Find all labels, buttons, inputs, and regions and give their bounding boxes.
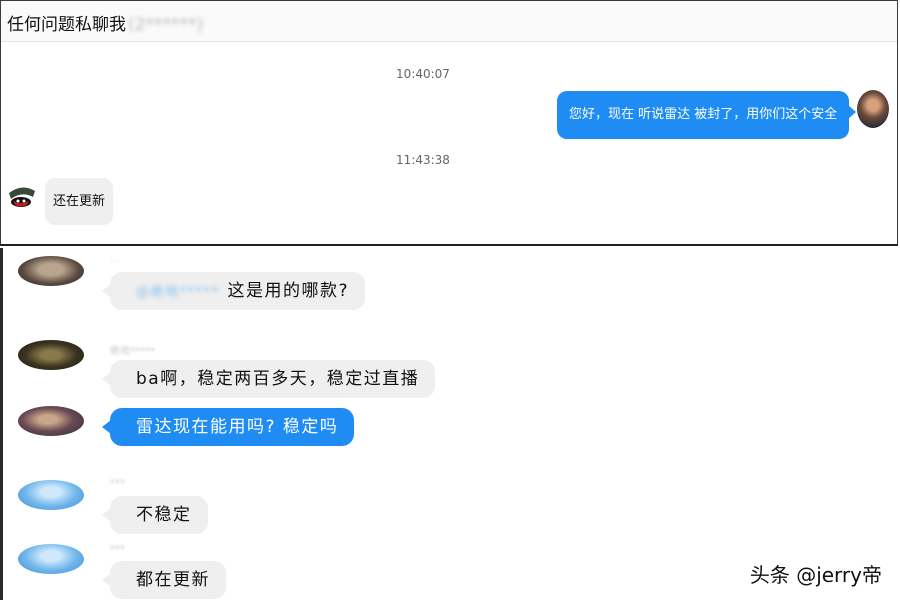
timestamp: 11:43:38 — [396, 153, 450, 167]
mention-tag: @绝地***** — [136, 285, 220, 300]
member-avatar[interactable] — [18, 544, 84, 574]
member-name: ... — [110, 254, 120, 265]
member-name: *** — [110, 478, 125, 489]
message-text: ba啊，稳定两百多天，稳定过直播 — [136, 369, 420, 389]
chat-title-hidden-id: (2******) — [128, 15, 204, 35]
member-avatar[interactable] — [18, 480, 84, 510]
group-message-bubble[interactable]: 都在更新 — [102, 561, 226, 599]
incoming-message-bubble[interactable]: 还在更新 — [45, 178, 113, 225]
chat-title-text: 任何问题私聊我 — [7, 15, 126, 35]
message-text: 不稳定 — [136, 505, 192, 525]
outgoing-message-bubble[interactable]: 您好，现在 听说雷达 被封了，用你们这个安全吗? — [557, 91, 856, 170]
message-text: 这是用的哪款? — [227, 281, 350, 301]
member-avatar[interactable] — [18, 256, 84, 286]
private-chat-window: 任何问题私聊我 (2******) 10:40:07 您好，现在 听说雷达 被封了… — [0, 0, 898, 246]
chat-header: 任何问题私聊我 (2******) — [1, 1, 897, 42]
user-avatar[interactable] — [857, 90, 889, 128]
group-message-bubble[interactable]: ba啊，稳定两百多天，稳定过直播 — [101, 360, 436, 398]
member-name: 绝地***** — [110, 346, 155, 357]
group-message-bubble-highlighted[interactable]: 雷达现在能用吗? 稳定吗 — [101, 408, 355, 446]
group-message-bubble[interactable]: 不稳定 — [102, 496, 208, 534]
message-text: 都在更新 — [136, 570, 210, 590]
timestamp: 10:40:07 — [396, 67, 450, 81]
group-message-bubble[interactable]: @绝地***** 这是用的哪款? — [101, 272, 366, 310]
watermark: 头条 @jerry帝 — [749, 563, 882, 587]
panel-edge — [0, 248, 3, 600]
seller-avatar[interactable] — [7, 181, 37, 213]
member-avatar[interactable] — [18, 340, 84, 370]
group-chat-screenshot: ... @绝地***** 这是用的哪款? 绝地***** ba啊，稳定两百多天，稳… — [0, 248, 900, 600]
chat-title: 任何问题私聊我 (2******) — [7, 10, 203, 35]
member-avatar[interactable] — [18, 406, 84, 436]
message-text: 雷达现在能用吗? 稳定吗 — [136, 417, 339, 437]
member-name: *** — [110, 544, 125, 555]
